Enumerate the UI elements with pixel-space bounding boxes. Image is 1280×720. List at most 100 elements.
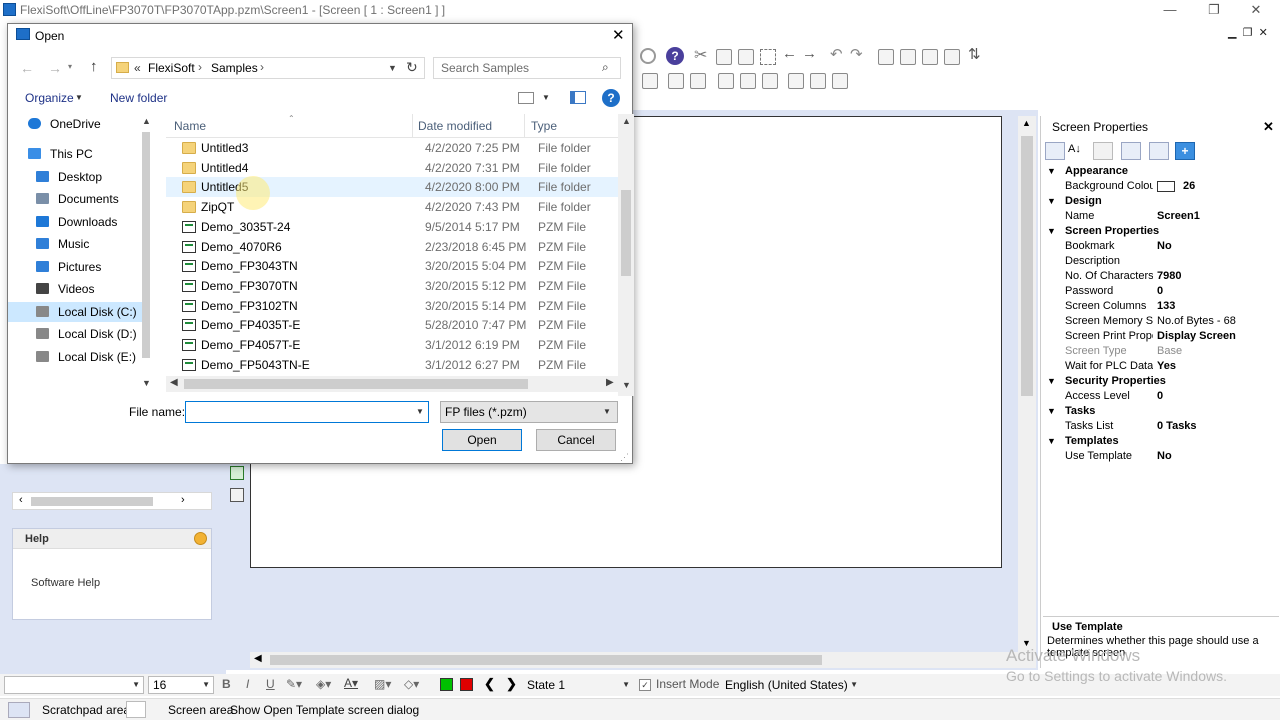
scroll-left-icon[interactable]: ◀ [254, 653, 262, 664]
property-row[interactable]: Screen Memory Stats No.of Bytes - 68 [1041, 314, 1280, 329]
arrow-right-icon[interactable]: → [802, 45, 817, 62]
up-icon[interactable]: ↑ [90, 58, 98, 75]
table3-icon[interactable] [944, 49, 960, 65]
organize-menu[interactable]: Organize [25, 91, 74, 105]
circle-icon[interactable] [640, 48, 656, 64]
green-swatch[interactable] [440, 678, 453, 691]
property-row[interactable]: Wait for PLC Data Yes [1041, 359, 1280, 374]
file-row[interactable]: Demo_3035T-24 9/5/2014 5:17 PM PZM File [166, 217, 618, 237]
pattern-icon[interactable]: ▨▾ [374, 677, 391, 691]
file-name-dropdown-icon[interactable]: ▼ [416, 407, 424, 416]
scroll-right-icon[interactable]: ▶ [606, 377, 614, 388]
scroll-thumb[interactable] [1021, 136, 1033, 396]
property-row[interactable]: Tasks List 0 Tasks [1041, 419, 1280, 434]
cut-icon[interactable]: ✂ [694, 45, 707, 65]
scroll-thumb[interactable] [621, 190, 631, 276]
file-row[interactable]: Demo_FP5043TN-E 3/1/2012 6:27 PM PZM File [166, 355, 618, 375]
properties-close-icon[interactable]: ✕ [1263, 119, 1274, 135]
workspace-horizontal-scrollbar[interactable]: ◀ [250, 652, 1036, 668]
refresh-icon[interactable]: ↻ [406, 59, 418, 76]
workspace-vertical-scrollbar[interactable]: ▲ ▼ [1018, 116, 1036, 652]
property-row[interactable]: Screen Columns 133 [1041, 299, 1280, 314]
property-category[interactable]: ▼ Design [1041, 194, 1280, 209]
file-type-select[interactable]: FP files (*.pzm) ▼ [440, 401, 618, 423]
nav-item[interactable]: This PC [8, 144, 144, 164]
nav-item[interactable]: Pictures [8, 257, 144, 277]
scroll-left-icon[interactable]: ◀ [170, 377, 178, 388]
grid-icon[interactable] [878, 49, 894, 65]
close-button[interactable]: ✕ [1246, 2, 1266, 18]
scroll-thumb[interactable] [31, 497, 153, 506]
left-horizontal-scrollbar[interactable]: ‹ › [12, 492, 212, 510]
property-row[interactable]: Description [1041, 254, 1280, 269]
dialog-close-icon[interactable]: ✕ [612, 26, 625, 44]
minimize-button[interactable]: — [1160, 2, 1180, 18]
collapse-chevron-icon[interactable]: ▼ [1047, 434, 1056, 449]
redo-icon[interactable]: ↷ [850, 45, 863, 63]
preview-pane-icon[interactable] [570, 91, 586, 104]
address-dropdown-icon[interactable]: ▼ [388, 63, 397, 73]
file-list-vertical-scrollbar[interactable]: ▲ ▼ [618, 114, 634, 396]
space-h-icon[interactable] [718, 73, 734, 89]
categorized-icon[interactable] [1045, 142, 1065, 160]
file-row[interactable]: Demo_FP3102TN 3/20/2015 5:14 PM PZM File [166, 296, 618, 316]
scroll-left-icon[interactable]: ‹ [19, 494, 23, 506]
breadcrumb-samples[interactable]: Samples [211, 61, 258, 75]
nav-item[interactable]: Downloads [8, 212, 144, 232]
file-type-dropdown-icon[interactable]: ▼ [603, 402, 611, 422]
red-swatch[interactable] [460, 678, 473, 691]
cancel-button[interactable]: Cancel [536, 429, 616, 451]
add-icon[interactable]: + [1175, 142, 1195, 160]
resize-grip-icon[interactable]: ⋰ [620, 452, 629, 463]
file-row[interactable]: Untitled3 4/2/2020 7:25 PM File folder [166, 138, 618, 158]
italic-icon[interactable]: I [246, 677, 249, 691]
column-type[interactable]: Type [531, 119, 557, 133]
space-v-icon[interactable] [740, 73, 756, 89]
nav-item-network[interactable] [8, 370, 144, 382]
text-color-icon[interactable]: A▾ [344, 676, 358, 690]
order-icon[interactable] [832, 73, 848, 89]
scroll-down-icon[interactable]: ▼ [142, 378, 151, 388]
property-row[interactable]: Screen Type Base [1041, 344, 1280, 359]
back-icon[interactable]: ← [20, 60, 34, 76]
file-row[interactable]: Demo_FP3070TN 3/20/2015 5:12 PM PZM File [166, 276, 618, 296]
file-list-horizontal-scrollbar[interactable]: ◀ ▶ [166, 376, 618, 392]
search-icon[interactable]: ⌕ [602, 60, 609, 75]
property-row[interactable]: Background Colour 26 [1041, 179, 1280, 194]
bold-icon[interactable]: B [222, 677, 231, 691]
table-icon[interactable] [900, 49, 916, 65]
nav-item[interactable]: OneDrive [8, 114, 144, 134]
scroll-up-icon[interactable]: ▲ [142, 116, 151, 126]
paste-icon[interactable] [738, 49, 754, 65]
file-row[interactable]: ZipQT 4/2/2020 7:43 PM File folder [166, 197, 618, 217]
breadcrumb-flexisoft[interactable]: FlexiSoft [148, 61, 195, 75]
view-options-icon[interactable] [518, 92, 534, 104]
scroll-down-icon[interactable]: ▼ [622, 380, 631, 390]
column-divider[interactable] [412, 114, 413, 138]
events-icon[interactable] [1149, 142, 1169, 160]
scroll-up-icon[interactable]: ▲ [1022, 118, 1031, 128]
file-row[interactable]: Untitled4 4/2/2020 7:31 PM File folder [166, 158, 618, 178]
open-button[interactable]: Open [442, 429, 522, 451]
organize-dropdown-icon[interactable]: ▼ [75, 93, 83, 102]
color-swatch[interactable] [1157, 181, 1175, 192]
scroll-thumb[interactable] [270, 655, 822, 665]
file-row[interactable]: Demo_FP3043TN 3/20/2015 5:04 PM PZM File [166, 256, 618, 276]
column-date[interactable]: Date modified [418, 119, 492, 133]
pages-icon[interactable] [1093, 142, 1113, 160]
nav-item[interactable]: Local Disk (D:) [8, 324, 144, 344]
nav-item[interactable]: Desktop [8, 167, 144, 187]
restore-button[interactable]: ❐ [1204, 2, 1224, 18]
scroll-up-icon[interactable]: ▲ [622, 116, 631, 126]
help-icon[interactable]: ? [666, 47, 684, 65]
collapse-chevron-icon[interactable]: ▼ [1047, 404, 1056, 419]
address-bar[interactable]: « FlexiSoft › Samples › ▼ ↻ [111, 57, 425, 79]
nav-pane-scrollbar[interactable]: ▲ ▼ [138, 114, 154, 392]
paint-icon[interactable]: ◇▾ [404, 677, 419, 691]
new-folder-button[interactable]: New folder [110, 91, 167, 105]
scroll-thumb[interactable] [184, 379, 528, 389]
alarm-icon[interactable] [230, 488, 244, 502]
expand-icon[interactable] [1121, 142, 1141, 160]
copy-icon[interactable] [716, 49, 732, 65]
software-help-link[interactable]: Software Help [31, 577, 100, 589]
